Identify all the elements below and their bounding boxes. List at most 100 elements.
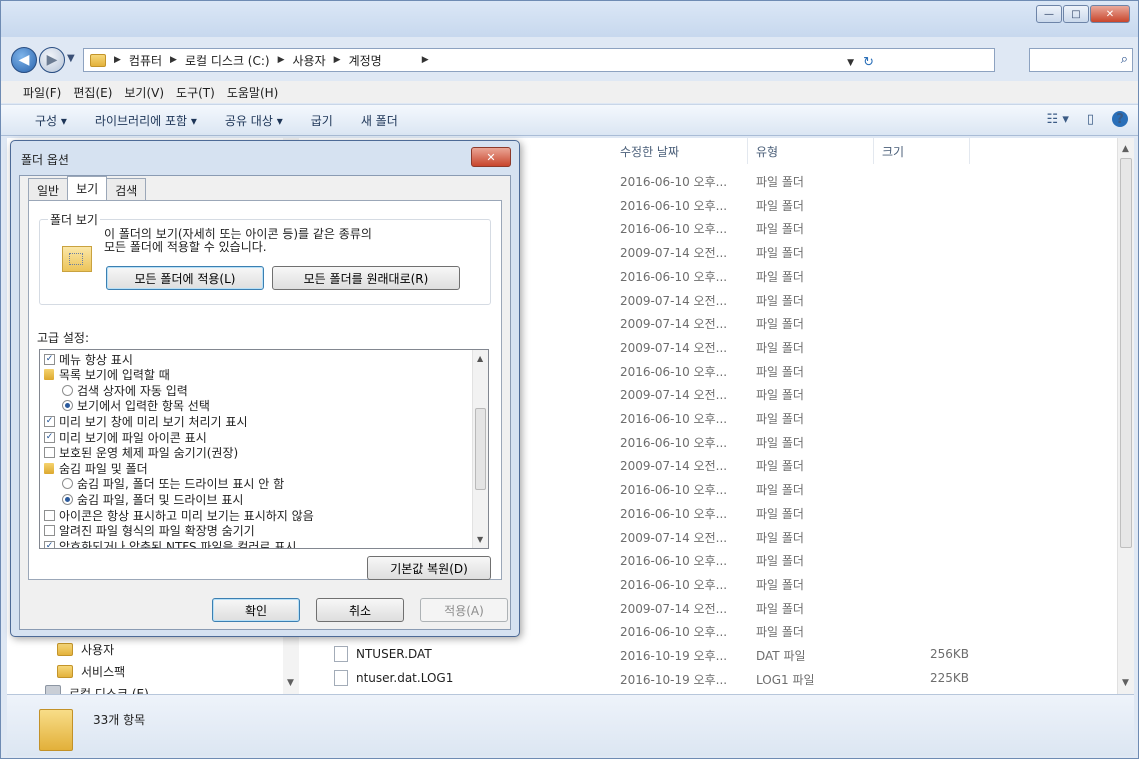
breadcrumb-computer[interactable]: 컴퓨터 [129, 52, 162, 69]
minimize-button[interactable]: — [1036, 5, 1062, 23]
tab-general[interactable]: 일반 [28, 178, 69, 200]
details-pane: 33개 항목 [7, 694, 1134, 756]
restore-defaults-button[interactable]: 기본값 복원(D) [367, 556, 491, 580]
file-date: 2009-07-14 오전... [620, 601, 728, 616]
dialog-close-button[interactable]: ✕ [471, 147, 511, 167]
advanced-setting-label: 숨김 파일, 폴더 및 드라이브 표시 [77, 492, 244, 507]
advanced-setting-item[interactable]: ✓ 메뉴 항상 표시 [44, 352, 133, 367]
scroll-up-icon[interactable]: ▲ [1122, 144, 1129, 154]
column-header-type[interactable]: 유형 [748, 138, 874, 164]
advanced-setting-item[interactable]: 숨김 파일, 폴더 및 드라이브 표시 [62, 492, 244, 507]
ok-button[interactable]: 확인 [212, 598, 300, 622]
maximize-button[interactable]: □ [1063, 5, 1089, 23]
advanced-setting-item[interactable]: 알려진 파일 형식의 파일 확장명 숨기기 [44, 524, 255, 538]
column-header-size[interactable]: 크기 [874, 138, 970, 164]
tab-view[interactable]: 보기 [67, 176, 108, 201]
advanced-setting-item[interactable]: 보기에서 입력한 항목 선택 [62, 399, 210, 413]
scroll-down-icon[interactable]: ▼ [477, 535, 483, 544]
file-list-scrollbar[interactable]: ▲ ▼ [1117, 138, 1134, 694]
checkbox[interactable]: ✓ [44, 431, 55, 443]
new-folder-button[interactable]: 새 폴더 [361, 112, 398, 129]
advanced-setting-item[interactable]: ✓ 미리 보기에 파일 아이콘 표시 [44, 430, 207, 445]
share-with-button[interactable]: 공유 대상 ▾ [225, 112, 283, 129]
file-date: 2009-07-14 오전... [620, 388, 728, 403]
file-date: 2009-07-14 오전... [620, 340, 728, 355]
group-label: 폴더 보기 [48, 211, 100, 228]
scroll-thumb[interactable] [475, 408, 486, 490]
preview-pane-icon[interactable]: ▯ [1087, 112, 1094, 127]
file-type: 파일 폴더 [756, 577, 804, 592]
menu-view[interactable]: 보기(V) [124, 84, 164, 101]
address-dropdown-icon[interactable]: ▼ [847, 58, 854, 68]
scroll-down-icon[interactable]: ▼ [287, 678, 294, 688]
close-button[interactable]: ✕ [1090, 5, 1130, 23]
nav-item-users[interactable]: 사용자 [57, 641, 114, 658]
scroll-down-icon[interactable]: ▼ [1122, 678, 1129, 688]
file-row[interactable]: NTUSER.DAT 2016-10-19 오후... DAT 파일 256KB [300, 642, 1120, 666]
checkbox[interactable] [44, 525, 55, 537]
advanced-settings-scrollbar[interactable]: ▲ ▼ [472, 350, 488, 548]
advanced-setting-item[interactable]: 숨김 파일, 폴더 또는 드라이브 표시 안 함 [62, 477, 284, 491]
advanced-setting-label: 암호화되거나 압축된 NTFS 파일을 컬러로 표시 [59, 539, 297, 549]
file-date: 2016-06-10 오후... [620, 412, 728, 426]
column-header-date[interactable]: 수정한 날짜 [612, 138, 748, 164]
chevron-right-icon[interactable]: ▶ [170, 55, 177, 65]
nav-item-local-disk-e[interactable]: 로컬 디스크 (E) [45, 685, 149, 694]
forward-button[interactable]: ▶ [39, 47, 65, 73]
file-date: 2009-07-14 오전... [620, 459, 728, 474]
file-date: 2009-07-14 오전... [620, 293, 728, 308]
radio-button[interactable] [62, 478, 73, 490]
burn-button[interactable]: 굽기 [311, 112, 333, 129]
menu-file[interactable]: 파일(F) [23, 84, 61, 101]
refresh-icon[interactable]: ↻ [863, 55, 874, 70]
reset-folders-button[interactable]: 모든 폴더를 원래대로(R) [272, 266, 460, 290]
menu-tools[interactable]: 도구(T) [176, 84, 215, 101]
breadcrumb: ▶ 컴퓨터 ▶ 로컬 디스크 (C:) ▶ 사용자 ▶ 계정명 ▶ [90, 52, 437, 69]
organize-button[interactable]: 구성 ▾ [35, 112, 67, 129]
nav-item-servicepack[interactable]: 서비스팩 [57, 663, 125, 680]
view-controls: ☷ ▾ ▯ ? [1029, 111, 1128, 127]
advanced-settings-list[interactable]: ✓ 메뉴 항상 표시 목록 보기에 입력할 때 검색 상자에 자동 입력 보기에서 입력… [39, 349, 489, 549]
checkbox[interactable] [44, 509, 55, 521]
checkbox[interactable]: ✓ [44, 353, 55, 365]
checkbox[interactable]: ✓ [44, 415, 55, 427]
checkbox[interactable]: ✓ [44, 540, 55, 548]
advanced-setting-item[interactable]: ✓ 암호화되거나 압축된 NTFS 파일을 컬러로 표시 [44, 539, 297, 549]
file-type: 파일 폴더 [756, 222, 804, 237]
cancel-button[interactable]: 취소 [316, 598, 404, 622]
menu-edit[interactable]: 편집(E) [73, 84, 112, 101]
radio-button[interactable] [62, 400, 73, 412]
breadcrumb-users[interactable]: 사용자 [293, 52, 326, 69]
advanced-setting-item[interactable]: 검색 상자에 자동 입력 [62, 383, 188, 398]
help-icon[interactable]: ? [1112, 111, 1128, 127]
file-date: 2016-06-10 오후... [620, 435, 728, 450]
recent-pages-dropdown[interactable]: ▼ [67, 53, 75, 64]
change-view-icon[interactable]: ☷ ▾ [1047, 112, 1069, 127]
file-row[interactable]: ntuser.dat.LOG1 2016-10-19 오후... LOG1 파일 22… [300, 666, 1120, 690]
advanced-setting-item[interactable]: ✓ 미리 보기 창에 미리 보기 처리기 표시 [44, 414, 248, 429]
chevron-right-icon[interactable]: ▶ [334, 55, 341, 65]
apply-to-folders-button[interactable]: 모든 폴더에 적용(L) [106, 266, 264, 290]
search-input[interactable]: ⌕ [1029, 48, 1133, 72]
tab-search[interactable]: 검색 [106, 178, 147, 200]
include-library-button[interactable]: 라이브러리에 포함 ▾ [95, 112, 197, 129]
scroll-thumb[interactable] [1120, 158, 1132, 548]
checkbox[interactable] [44, 447, 55, 459]
radio-button[interactable] [62, 493, 73, 505]
address-bar[interactable]: ▶ 컴퓨터 ▶ 로컬 디스크 (C:) ▶ 사용자 ▶ 계정명 ▶ ▼ ↻ [83, 48, 995, 72]
breadcrumb-local-disk[interactable]: 로컬 디스크 (C:) [185, 52, 270, 69]
file-type: 파일 폴더 [756, 269, 804, 284]
search-icon[interactable]: ⌕ [1121, 52, 1128, 67]
chevron-right-icon[interactable]: ▶ [422, 55, 429, 65]
chevron-right-icon[interactable]: ▶ [278, 55, 285, 65]
advanced-setting-item[interactable]: 보호된 운영 체제 파일 숨기기(권장) [44, 446, 238, 460]
radio-button[interactable] [62, 384, 73, 396]
breadcrumb-account[interactable]: 계정명 [349, 52, 382, 69]
advanced-setting-item[interactable]: 아이콘은 항상 표시하고 미리 보기는 표시하지 않음 [44, 508, 314, 523]
menu-help[interactable]: 도움말(H) [227, 84, 279, 101]
scroll-up-icon[interactable]: ▲ [477, 354, 483, 363]
chevron-right-icon[interactable]: ▶ [114, 55, 121, 65]
back-button[interactable]: ◀ [11, 47, 37, 73]
file-type: 파일 폴더 [756, 246, 804, 261]
apply-button[interactable]: 적용(A) [420, 598, 508, 622]
